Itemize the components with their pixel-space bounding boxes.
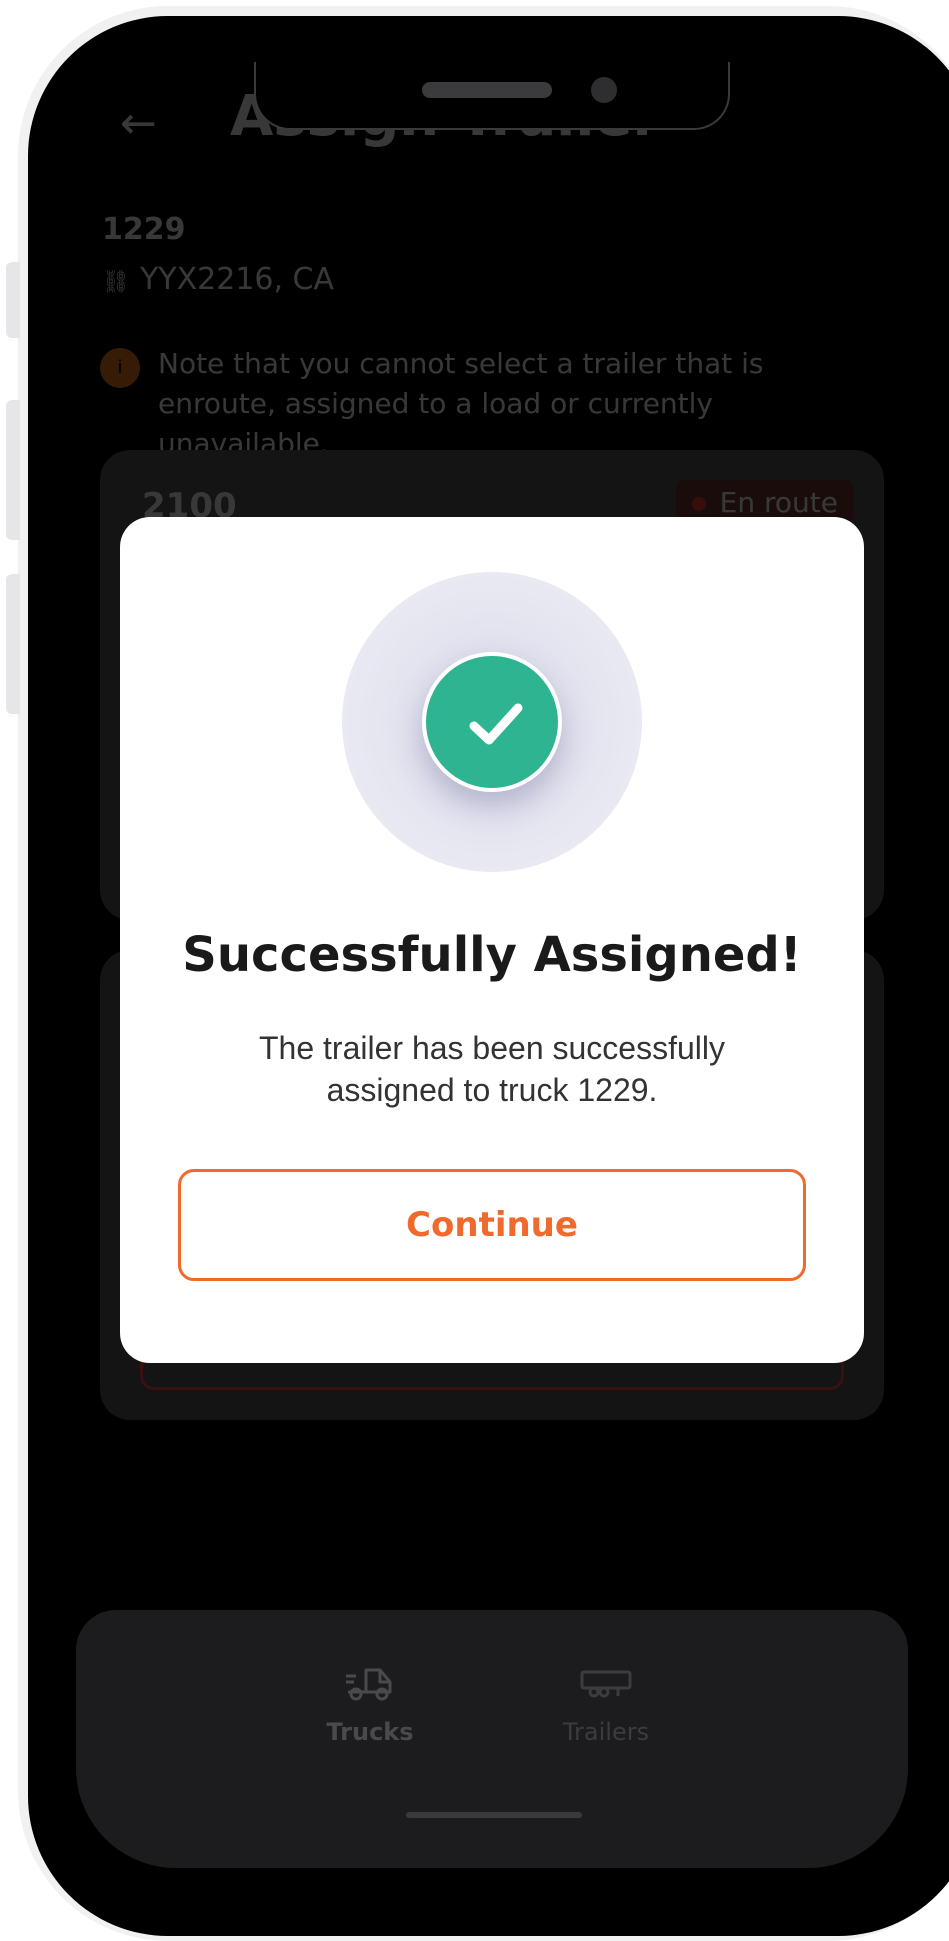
status-badge-label: En route: [719, 486, 838, 519]
modal-description: The trailer has been successfully assign…: [259, 1030, 725, 1108]
note-text: Note that you cannot select a trailer th…: [158, 347, 764, 460]
nav-label-trucks: Trucks: [326, 1718, 414, 1746]
modal-title: Successfully Assigned!: [182, 927, 802, 983]
success-badge: [422, 652, 562, 792]
notch-camera: [591, 77, 617, 103]
trailer-icon: [580, 1670, 632, 1698]
nav-label-trailers: Trailers: [562, 1718, 650, 1746]
nav-item-trucks[interactable]: Trucks: [290, 1660, 450, 1746]
continue-button[interactable]: Continue: [178, 1169, 806, 1281]
nav-item-trailers[interactable]: Trailers: [526, 1660, 686, 1746]
bottom-nav: Trucks Trailers: [76, 1610, 908, 1868]
truck-plate-text: YYX2216, CA: [139, 262, 335, 297]
check-icon: [469, 703, 523, 745]
info-icon: i: [100, 348, 140, 388]
truck-icon: ⛓: [102, 270, 130, 295]
phone-mute-switch: [6, 262, 20, 338]
phone-volume-up-button: [6, 400, 20, 540]
phone-notch: [254, 62, 730, 130]
truck-plate: ⛓ YYX2216, CA: [102, 262, 334, 297]
phone-volume-down-button: [6, 574, 20, 714]
home-indicator[interactable]: [406, 1812, 582, 1818]
success-modal: Successfully Assigned! The trailer has b…: [120, 517, 864, 1363]
truck-icon: [346, 1668, 392, 1701]
phone-screen: ← Assign Trailer 1229 ⛓YYX2216, CA i Not…: [76, 62, 908, 1868]
status-dot-icon: [691, 497, 706, 511]
notch-speaker: [422, 82, 552, 98]
truck-number: 1229: [102, 212, 186, 247]
arrow-left-icon[interactable]: ←: [120, 98, 157, 149]
